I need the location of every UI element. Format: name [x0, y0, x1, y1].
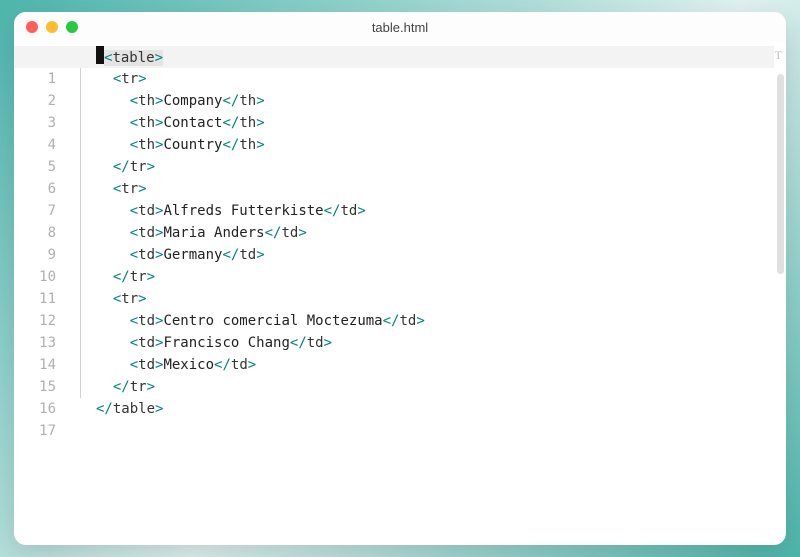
- code-line[interactable]: </table>: [96, 398, 786, 420]
- window-controls: [26, 21, 78, 33]
- code-line[interactable]: <tr>: [96, 68, 786, 90]
- code-line[interactable]: [96, 420, 786, 442]
- line-number: 16: [14, 398, 64, 420]
- code-line[interactable]: <td>Francisco Chang</td>: [96, 332, 786, 354]
- code-line[interactable]: <tr>: [96, 288, 786, 310]
- window-title: table.html: [14, 20, 786, 35]
- line-number: 7: [14, 200, 64, 222]
- code-line[interactable]: <td>Germany</td>: [96, 244, 786, 266]
- code-line[interactable]: <td>Maria Anders</td>: [96, 222, 786, 244]
- titlebar: table.html: [14, 12, 786, 42]
- line-number: 12: [14, 310, 64, 332]
- line-number: 10: [14, 266, 64, 288]
- code-line[interactable]: <td>Centro comercial Moctezuma</td>: [96, 310, 786, 332]
- code-line[interactable]: </tr>: [96, 266, 786, 288]
- text-cursor: [96, 46, 104, 64]
- code-body[interactable]: <table> <tr> <th>Company</th> <th>Contac…: [70, 42, 786, 545]
- code-line[interactable]: </tr>: [96, 376, 786, 398]
- code-line[interactable]: </tr>: [96, 156, 786, 178]
- line-number-gutter: 1 1 2 3 4 5 6 7 8 9 10 11 12 13 14 15 16…: [14, 42, 70, 545]
- line-number: 14: [14, 354, 64, 376]
- code-line[interactable]: <td>Mexico</td>: [96, 354, 786, 376]
- line-number: 9: [14, 244, 64, 266]
- code-line[interactable]: <tr>: [96, 178, 786, 200]
- line-number: 1: [14, 68, 64, 90]
- line-number: 13: [14, 332, 64, 354]
- line-number: 15: [14, 376, 64, 398]
- code-line[interactable]: <td>Alfreds Futterkiste</td>: [96, 200, 786, 222]
- line-number: 17: [14, 420, 64, 442]
- editor-window: table.html 1 1 2 3 4 5 6 7 8 9 10 11 12 …: [14, 12, 786, 545]
- line-number: 4: [14, 134, 64, 156]
- zoom-icon[interactable]: [66, 21, 78, 33]
- line-number: 6: [14, 178, 64, 200]
- code-line[interactable]: <table>: [96, 46, 786, 68]
- line-number: 3: [14, 112, 64, 134]
- code-line[interactable]: <th>Country</th>: [96, 134, 786, 156]
- line-number: 8: [14, 222, 64, 244]
- code-line[interactable]: <th>Company</th>: [96, 90, 786, 112]
- line-number: 5: [14, 156, 64, 178]
- close-icon[interactable]: [26, 21, 38, 33]
- editor-area[interactable]: 1 1 2 3 4 5 6 7 8 9 10 11 12 13 14 15 16…: [14, 42, 786, 545]
- minimize-icon[interactable]: [46, 21, 58, 33]
- line-number: 2: [14, 90, 64, 112]
- line-number: 11: [14, 288, 64, 310]
- code-line[interactable]: <th>Contact</th>: [96, 112, 786, 134]
